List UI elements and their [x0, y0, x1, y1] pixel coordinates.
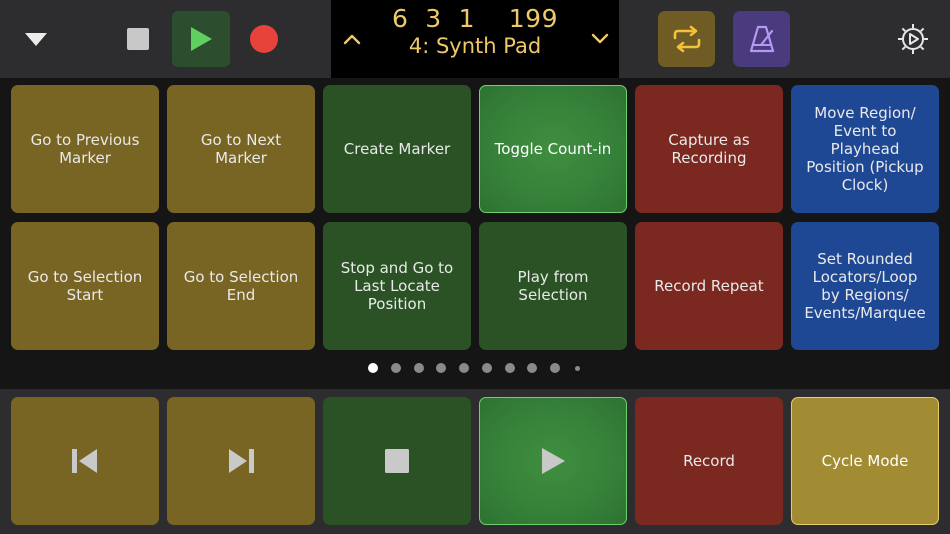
page-dot[interactable] — [575, 366, 580, 371]
transport-strip: Record Cycle Mode — [0, 389, 950, 534]
stop-button[interactable] — [118, 20, 158, 58]
create-marker-button[interactable]: Create Marker — [323, 85, 471, 213]
record-icon — [250, 25, 278, 53]
view-menu-button[interactable] — [18, 22, 54, 56]
page-dot[interactable] — [505, 363, 515, 373]
metronome-toggle-button[interactable] — [733, 11, 790, 67]
page-indicator — [0, 363, 950, 375]
go-to-selection-end-button[interactable]: Go to Selection End — [167, 222, 315, 350]
play-icon — [191, 27, 212, 51]
gear-icon — [898, 24, 928, 54]
record-transport-button[interactable]: Record — [635, 397, 783, 525]
stop-icon — [127, 28, 149, 50]
lcd-display: 6 3 1 199 4: Synth Pad — [331, 0, 619, 78]
skip-back-icon — [72, 449, 97, 473]
page-dot[interactable] — [550, 363, 560, 373]
page-dot[interactable] — [459, 363, 469, 373]
toggle-count-in-button[interactable]: Toggle Count-in — [479, 85, 627, 213]
go-to-next-marker-button[interactable]: Go to Next Marker — [167, 85, 315, 213]
chevron-up-icon — [343, 34, 361, 45]
cycle-toggle-button[interactable] — [658, 11, 715, 67]
page-dot[interactable] — [391, 363, 401, 373]
playhead-position: 6 3 1 199 — [391, 4, 558, 33]
chevron-down-icon — [591, 33, 609, 44]
play-icon — [542, 448, 565, 474]
chevron-down-icon — [25, 33, 47, 46]
metronome-icon — [749, 25, 774, 53]
move-region-to-playhead-button[interactable]: Move Region/ Event to Playhead Position … — [791, 85, 939, 213]
track-name: 4: Synth Pad — [408, 34, 542, 58]
play-transport-button[interactable] — [479, 397, 627, 525]
set-rounded-locators-button[interactable]: Set Rounded Locators/Loop by Regions/ Ev… — [791, 222, 939, 350]
control-bar: 6 3 1 199 4: Synth Pad — [0, 0, 950, 78]
command-grid: Go to Previous Marker Go to Next Marker … — [0, 78, 950, 389]
stop-and-go-to-last-locate-button[interactable]: Stop and Go to Last Locate Position — [323, 222, 471, 350]
page-dot[interactable] — [482, 363, 492, 373]
cycle-icon — [673, 25, 700, 53]
play-button[interactable] — [172, 11, 230, 67]
live-loops-remote: 6 3 1 199 4: Synth Pad Go to Previous Ma… — [0, 0, 950, 534]
settings-button[interactable] — [892, 18, 934, 60]
go-to-previous-marker-button[interactable]: Go to Previous Marker — [11, 85, 159, 213]
rewind-button[interactable] — [11, 397, 159, 525]
previous-track-button[interactable] — [337, 24, 367, 54]
cycle-mode-button[interactable]: Cycle Mode — [791, 397, 939, 525]
next-track-button[interactable] — [585, 24, 615, 54]
page-dot[interactable] — [414, 363, 424, 373]
stop-icon — [385, 449, 409, 473]
fast-forward-button[interactable] — [167, 397, 315, 525]
stop-transport-button[interactable] — [323, 397, 471, 525]
capture-as-recording-button[interactable]: Capture as Recording — [635, 85, 783, 213]
record-repeat-button[interactable]: Record Repeat — [635, 222, 783, 350]
skip-forward-icon — [229, 449, 254, 473]
page-dot[interactable] — [527, 363, 537, 373]
play-from-selection-button[interactable]: Play from Selection — [479, 222, 627, 350]
record-button[interactable] — [244, 20, 284, 58]
page-dot[interactable] — [436, 363, 446, 373]
page-dot[interactable] — [368, 363, 378, 373]
go-to-selection-start-button[interactable]: Go to Selection Start — [11, 222, 159, 350]
